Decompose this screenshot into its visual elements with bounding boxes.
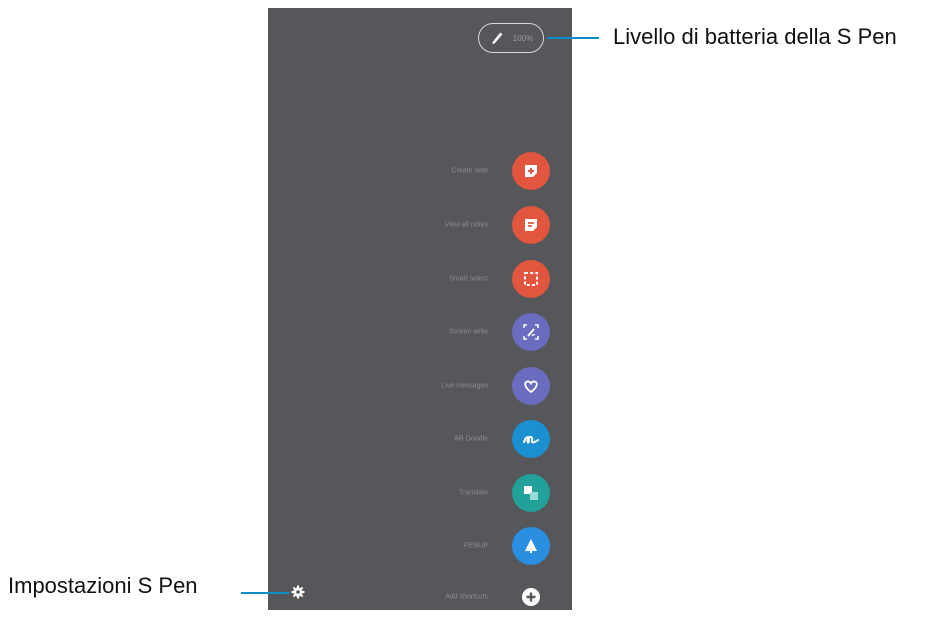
translate-icon — [512, 474, 550, 512]
menu-item-view-all-notes[interactable]: View all notes — [268, 205, 572, 245]
menu-item-ar-doodle[interactable]: AR Doodle — [268, 419, 572, 459]
heart-icon — [512, 367, 550, 405]
menu-item-add-shortcuts[interactable]: Add shortcuts — [268, 577, 572, 617]
menu-item-screen-write[interactable]: Screen write — [268, 312, 572, 352]
battery-level-indicator: 100% — [478, 23, 544, 53]
doodle-icon — [512, 420, 550, 458]
notes-list-icon — [512, 206, 550, 244]
air-command-screen: 100% Create note View all notes Smart se… — [268, 8, 572, 610]
menu-item-label: Smart select — [449, 275, 488, 283]
menu-item-label: View all notes — [444, 221, 488, 229]
menu-item-label: Add shortcuts — [445, 593, 488, 601]
menu-item-create-note[interactable]: Create note — [268, 151, 572, 191]
screen-write-icon — [512, 313, 550, 351]
battery-callout-line — [547, 37, 599, 39]
menu-item-label: Create note — [451, 167, 488, 175]
plus-icon — [512, 578, 550, 616]
s-pen-icon — [491, 32, 503, 44]
gear-icon[interactable] — [291, 585, 305, 599]
menu-item-label: Live messages — [441, 382, 488, 390]
menu-item-label: Screen write — [449, 328, 488, 336]
battery-callout-label: Livello di batteria della S Pen — [613, 24, 897, 49]
note-add-icon — [512, 152, 550, 190]
menu-item-label: Translate — [459, 489, 488, 497]
menu-item-penup[interactable]: PENUP — [268, 526, 572, 566]
menu-item-translate[interactable]: Translate — [268, 473, 572, 513]
settings-callout-line — [241, 592, 289, 594]
menu-item-smart-select[interactable]: Smart select — [268, 259, 572, 299]
menu-item-label: PENUP — [463, 542, 488, 550]
menu-item-label: AR Doodle — [454, 435, 488, 443]
battery-level-text: 100% — [512, 33, 534, 43]
smart-select-icon — [512, 260, 550, 298]
menu-item-live-messages[interactable]: Live messages — [268, 366, 572, 406]
settings-callout-label: Impostazioni S Pen — [8, 573, 198, 598]
penup-icon — [512, 527, 550, 565]
